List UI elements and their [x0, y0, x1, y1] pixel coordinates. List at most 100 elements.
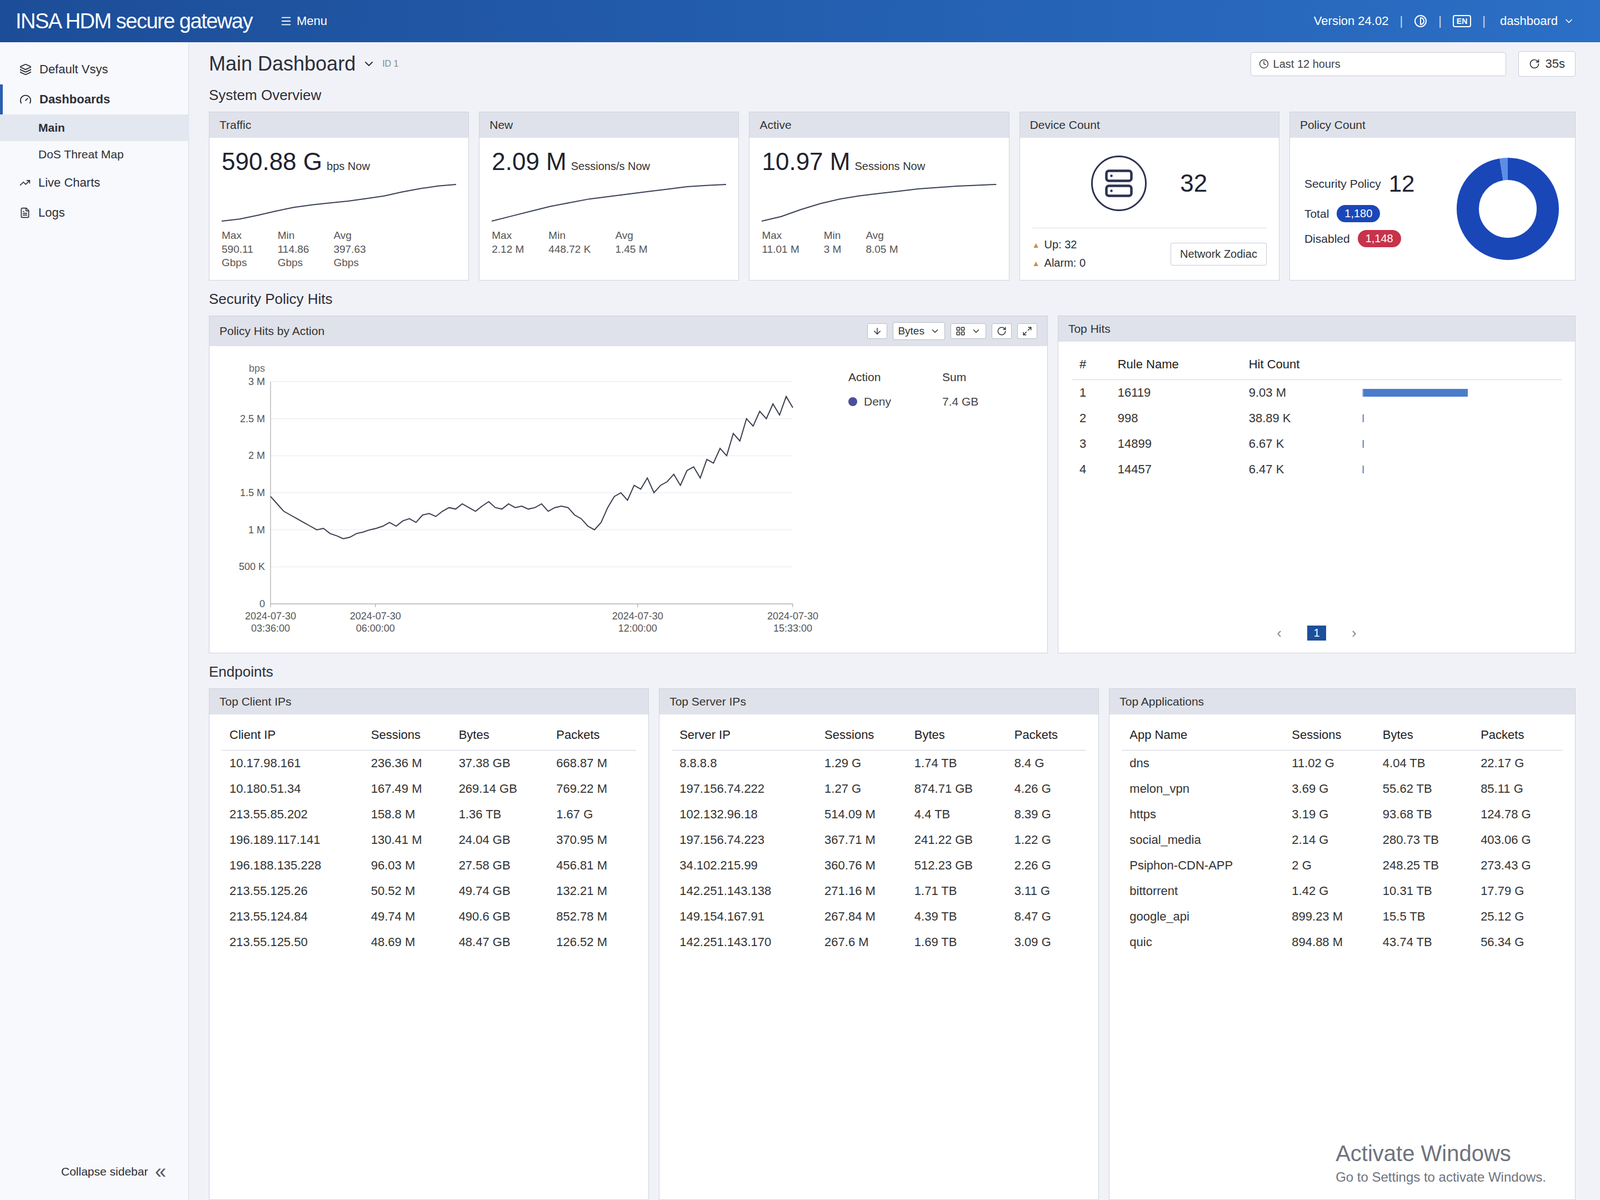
table-row[interactable]: 4144576.47 K	[1071, 456, 1562, 483]
column-header[interactable]: Packets	[548, 720, 637, 751]
download-button[interactable]	[867, 323, 888, 339]
metric-value: 10.97 MSessions Now	[761, 147, 997, 176]
table-row[interactable]: 213.55.124.8449.74 M490.6 GB852.78 M	[221, 903, 637, 930]
table-row[interactable]: 196.189.117.141130.41 M24.04 GB370.95 M	[221, 827, 637, 853]
column-header[interactable]: Bytes	[906, 720, 1007, 751]
column-header[interactable]: Packets	[1472, 720, 1563, 751]
panel-header: Top Applications	[1109, 688, 1575, 715]
sidebar-item[interactable]: Main	[0, 114, 189, 142]
table-row[interactable]: 10.180.51.34167.49 M269.14 GB769.22 M	[221, 776, 637, 802]
next-page[interactable]: ›	[1351, 624, 1357, 642]
table-cell: 1.42 G	[1283, 878, 1375, 904]
table-row[interactable]: 8.8.8.81.29 G1.74 TB8.4 G	[671, 750, 1087, 777]
expand-button[interactable]	[1017, 323, 1038, 339]
hit-bar-fill	[1363, 440, 1364, 448]
hit-bar	[1362, 414, 1468, 423]
table-cell: 124.78 G	[1472, 801, 1563, 828]
reload-button[interactable]	[991, 323, 1012, 339]
column-header[interactable]: Bytes	[451, 720, 549, 751]
endpoint-panel: Top Client IPsClient IPSessionsBytesPack…	[208, 688, 649, 1200]
column-header[interactable]: Sessions	[363, 720, 452, 751]
sidebar-group[interactable]: Dashboards	[0, 84, 189, 115]
logo[interactable]: INSA HDM secure gateway	[15, 9, 253, 34]
table-row[interactable]: 197.156.74.223367.71 M241.22 GB1.22 G	[671, 827, 1087, 853]
network-zodiac-button[interactable]: Network Zodiac	[1170, 242, 1267, 266]
column-header[interactable]: Packets	[1006, 720, 1087, 751]
status-list: ▲Up: 32▲Alarm: 0	[1032, 238, 1086, 270]
table-row[interactable]: 299838.89 K	[1071, 405, 1562, 432]
table-row[interactable]: quic894.88 M43.74 TB56.34 G	[1121, 929, 1563, 955]
chart-type-select[interactable]	[950, 323, 987, 339]
header-controls: Last 12 hours 35s	[1250, 51, 1576, 77]
table-cell: 8.4 G	[1006, 750, 1087, 777]
user-menu[interactable]: dashboard	[1496, 10, 1578, 32]
table-row[interactable]: 149.154.167.91267.84 M4.39 TB8.47 G	[671, 903, 1087, 930]
column-header[interactable]: Sessions	[816, 720, 907, 751]
collapse-sidebar[interactable]: Collapse sidebar«	[0, 1153, 189, 1190]
column-header[interactable]: App Name	[1121, 720, 1284, 751]
table-row[interactable]: 10.17.98.161236.36 M37.38 GB668.87 M	[221, 750, 637, 777]
refresh-button[interactable]: 35s	[1518, 51, 1576, 77]
chevron-down-icon[interactable]	[362, 57, 376, 71]
language-button[interactable]: EN	[1452, 15, 1472, 28]
separator: |	[1438, 13, 1442, 29]
table-cell: 43.74 TB	[1375, 929, 1473, 955]
legend-header: Sum	[942, 370, 1037, 384]
page-number[interactable]: 1	[1307, 625, 1327, 641]
column-header[interactable]: Sessions	[1283, 720, 1375, 751]
server-icon	[1103, 168, 1134, 199]
sidebar-item[interactable]: DoS Threat Map	[0, 141, 189, 168]
policy-card: Policy CountSecurity Policy12Total1,180D…	[1289, 111, 1576, 281]
table-row[interactable]: 102.132.96.18514.09 M4.4 TB8.39 G	[671, 801, 1087, 828]
table-row[interactable]: 196.188.135.22896.03 M27.58 GB456.81 M	[221, 852, 637, 879]
table-cell: 512.23 GB	[906, 852, 1007, 879]
policy-donut	[1455, 156, 1561, 262]
card-body: 590.88 Gbps NowMax590.11GbpsMin114.86Gbp…	[209, 137, 469, 280]
table-row[interactable]: google_api899.23 M15.5 TB25.12 G	[1121, 903, 1563, 930]
menu-button[interactable]: Menu	[276, 10, 331, 32]
column-header[interactable]: Client IP	[221, 720, 364, 751]
panel-body: Server IPSessionsBytesPackets8.8.8.81.29…	[659, 714, 1099, 1200]
table-row[interactable]: bittorrent1.42 G10.31 TB17.79 G	[1121, 878, 1563, 904]
table-row[interactable]: 213.55.125.2650.52 M49.74 GB132.21 M	[221, 878, 637, 904]
table-cell: 1.71 TB	[906, 878, 1007, 904]
metric-stat: Avg397.63Gbps	[333, 228, 366, 270]
prev-page[interactable]: ‹	[1276, 624, 1282, 642]
body: Default VsysDashboardsMainDoS Threat Map…	[0, 42, 1600, 1200]
metric-select[interactable]: Bytes	[892, 322, 945, 340]
sidebar-item[interactable]: Logs	[0, 197, 189, 228]
column-header[interactable]: Bytes	[1375, 720, 1473, 751]
table-row[interactable]: 3148996.67 K	[1071, 431, 1562, 457]
table-row[interactable]: melon_vpn3.69 G55.62 TB85.11 G	[1121, 776, 1563, 802]
sparkline-line	[761, 184, 997, 222]
table-row[interactable]: dns11.02 G4.04 TB22.17 G	[1121, 750, 1563, 777]
table-row[interactable]: 1161199.03 M	[1071, 380, 1562, 407]
table-row[interactable]: social_media2.14 G280.73 TB403.06 G	[1121, 827, 1563, 853]
table-row[interactable]: 34.102.215.99360.76 M512.23 GB2.26 G	[671, 852, 1087, 879]
time-range-field[interactable]: Last 12 hours	[1250, 52, 1507, 77]
table-row[interactable]: 213.55.85.202158.8 M1.36 TB1.67 G	[221, 801, 637, 828]
table-cell: 197.156.74.223	[671, 827, 817, 853]
legend-item[interactable]: Deny	[848, 395, 943, 409]
table-row[interactable]: 142.251.143.170267.6 M1.69 TB3.09 G	[671, 929, 1087, 955]
table-cell: 267.6 M	[816, 929, 907, 955]
sidebar-item[interactable]: Live Charts	[0, 167, 189, 198]
title-group[interactable]: Main DashboardID 1	[208, 52, 399, 76]
metric-card: Traffic590.88 Gbps NowMax590.11GbpsMin11…	[208, 111, 469, 281]
theme-icon[interactable]	[1413, 14, 1428, 28]
collapse-icon[interactable]: «	[155, 1160, 167, 1184]
table-cell: 370.95 M	[548, 827, 637, 853]
table-row[interactable]: Psiphon-CDN-APP2 G248.25 TB273.43 G	[1121, 852, 1563, 879]
overview-cards: Traffic590.88 Gbps NowMax590.11GbpsMin11…	[208, 111, 1576, 281]
table-row[interactable]: https3.19 G93.68 TB124.78 G	[1121, 801, 1563, 828]
column-header[interactable]: Server IP	[671, 720, 817, 751]
table-cell: 3.11 G	[1006, 878, 1087, 904]
endpoint-table: Server IPSessionsBytesPackets8.8.8.81.29…	[671, 720, 1087, 955]
table-row[interactable]: 197.156.74.2221.27 G874.71 GB4.26 G	[671, 776, 1087, 802]
table-row[interactable]: 142.251.143.138271.16 M1.71 TB3.11 G	[671, 878, 1087, 904]
policy-hits-chart: bps0500 K1 M1.5 M2 M2.5 M3 M2024-07-3003…	[220, 356, 832, 645]
table-cell: 8.8.8.8	[671, 750, 817, 777]
sparkline	[491, 180, 727, 225]
sidebar-vsys[interactable]: Default Vsys	[0, 54, 189, 85]
table-row[interactable]: 213.55.125.5048.69 M48.47 GB126.52 M	[221, 929, 637, 955]
